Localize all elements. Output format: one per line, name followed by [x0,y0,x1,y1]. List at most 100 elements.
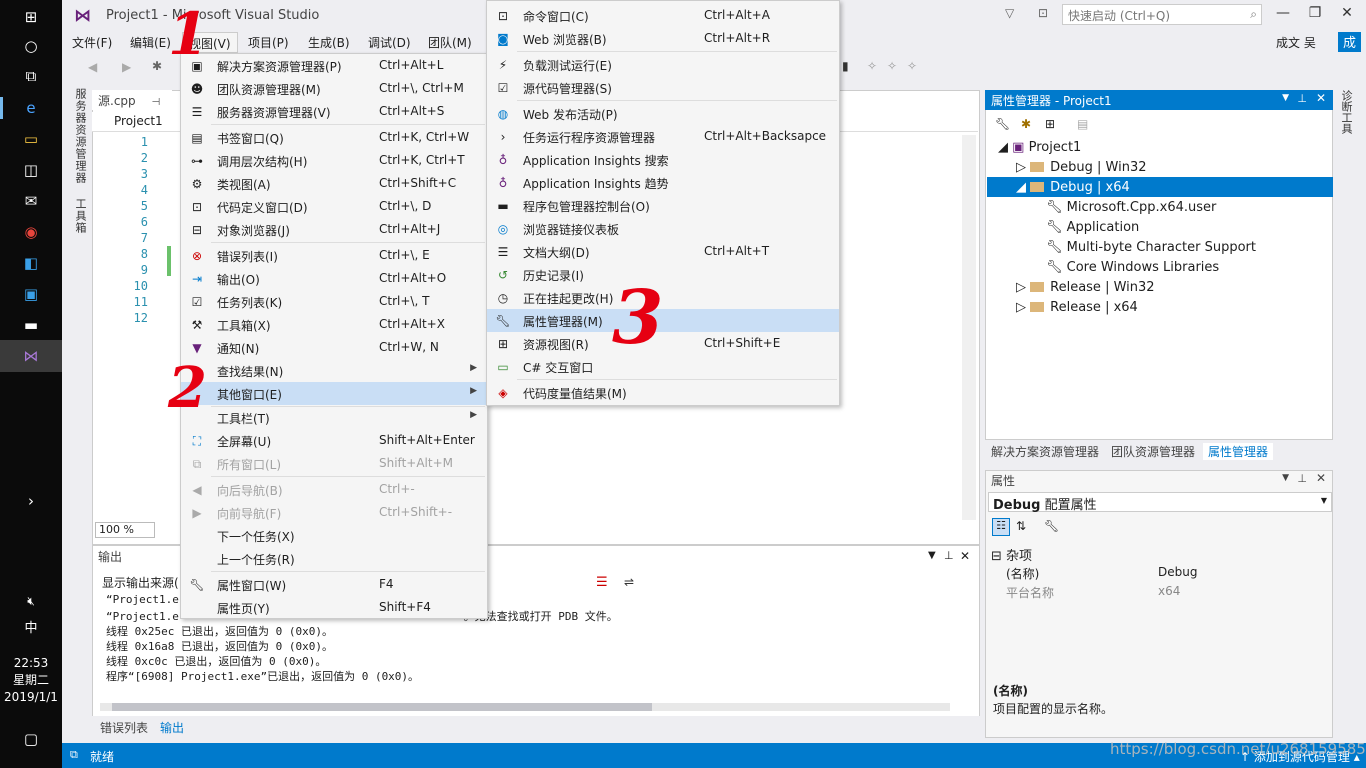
menu-item-command-window[interactable]: ⊡ 命令窗口(C) Ctrl+Alt+A [487,4,839,27]
menu-item-task-list[interactable]: ☑ 任务列表(K) Ctrl+\, T [181,290,487,313]
app-icon-2[interactable]: ▣ [19,283,43,305]
volume-mute-icon[interactable]: 🔇︎ [19,590,43,612]
tree-node-sheet[interactable]: 🔧︎ Microsoft.Cpp.x64.user [1046,200,1216,215]
menu-item-web-publish[interactable]: ◍ Web 发布活动(P) [487,102,839,125]
menu-item-navigate-back[interactable]: ◀ 向后导航(B) Ctrl+- [181,478,487,501]
editor-vertical-scrollbar[interactable] [962,135,976,520]
bookmark-next-icon[interactable]: ✧ [887,59,897,73]
maximize-button[interactable]: ❐ [1302,5,1328,21]
diagnostic-tools-side-tab[interactable]: 诊断工具 [1338,90,1354,134]
feedback-icon[interactable]: ⊡ [1038,6,1048,20]
menu-item-all-windows[interactable]: ⧉ 所有窗口(L) Shift+Alt+M [181,452,487,475]
tree-node-sheet[interactable]: 🔧︎ Multi-byte Character Support [1046,240,1256,255]
search-circle-icon[interactable]: ○ [19,35,43,57]
menu-build[interactable]: 生成(B) [308,34,350,51]
tab-property-manager[interactable]: 属性管理器 [1203,443,1274,460]
menu-item-task-runner[interactable]: › 任务运行程序资源管理器 Ctrl+Alt+Backsapce [487,125,839,148]
property-value[interactable]: Debug [1158,565,1197,579]
tree-node-sheet[interactable]: 🔧︎ Application [1046,220,1139,235]
alphabetical-icon[interactable]: ⇅ [1016,519,1026,533]
menu-item-load-test[interactable]: ⚡︎ 负载测试运行(E) [487,53,839,76]
tree-node-debug-win32[interactable]: ▷ Debug | Win32 [1016,160,1147,175]
user-name[interactable]: 成文 吴 [1276,34,1316,51]
minimize-button[interactable]: — [1270,5,1296,21]
property-pages-icon[interactable]: 🔧︎ [1044,519,1059,533]
menu-project[interactable]: 项目(P) [248,34,289,51]
close-button[interactable]: ✕ [1334,5,1360,21]
new-item-icon[interactable]: ✱ [152,59,162,73]
tree-node-release-win32[interactable]: ▷ Release | Win32 [1016,280,1155,295]
bookmark-toolbar-icon[interactable]: ▮ [842,59,849,73]
tree-node-root[interactable]: ◢ ▣ Project1 [998,140,1081,155]
add-existing-sheet-icon[interactable]: ⊞ [1045,117,1055,131]
file-explorer-icon[interactable]: ▭ [19,128,43,150]
menu-item-app-insights-search[interactable]: ♁ Application Insights 搜索 [487,148,839,171]
wrench-icon[interactable]: 🔧︎ [995,117,1010,131]
menu-item-properties-window[interactable]: 🔧︎ 属性窗口(W) F4 [181,573,487,596]
menu-item-source-control[interactable]: ☑ 源代码管理器(S) [487,76,839,99]
zoom-dropdown[interactable]: 100 % [95,522,155,538]
cmd-icon[interactable]: ▬ [19,314,43,336]
dropdown-icon[interactable]: ▼ [1282,93,1289,103]
app-icon[interactable]: ◧ [19,252,43,274]
edge-icon[interactable]: e [19,97,43,119]
menu-item-output[interactable]: ⇥ 输出(O) Ctrl+Alt+O [181,267,487,290]
clear-all-icon[interactable]: ☰ [596,575,608,590]
property-category[interactable]: ⊟ 杂项 [991,545,1032,564]
chevron-right-icon[interactable]: › [19,490,43,512]
pin-icon[interactable]: ⊥ [1297,472,1307,485]
back-icon[interactable]: ◀ [88,60,97,74]
pin-icon[interactable]: ⊥ [944,549,954,562]
add-new-sheet-icon[interactable]: ✱ [1021,117,1031,131]
menu-item-code-definition[interactable]: ⊡ 代码定义窗口(D) Ctrl+\, D [181,195,487,218]
quick-launch-input[interactable]: 快速启动 (Ctrl+Q) ⌕ [1062,4,1262,25]
menu-edit[interactable]: 编辑(E) [130,34,171,51]
save-icon[interactable]: ▤ [1077,117,1088,131]
tree-node-release-x64[interactable]: ▷ Release | x64 [1016,300,1138,315]
menu-item-team-explorer[interactable]: ☻ 团队资源管理器(M) Ctrl+\, Ctrl+M [181,77,487,100]
categorized-icon[interactable]: ☷ [992,518,1010,536]
pin-icon[interactable]: ⊣ [151,97,160,108]
user-avatar[interactable]: 成 [1338,32,1361,52]
output-horizontal-scrollbar[interactable] [100,703,950,711]
server-explorer-side-tab[interactable]: 服务器资源管理器 [72,88,88,184]
forward-icon[interactable]: ▶ [122,60,131,74]
menu-item-class-view[interactable]: ⚙︎ 类视图(A) Ctrl+Shift+C [181,172,487,195]
pin-icon[interactable]: ⊥ [1297,92,1307,105]
tree-node-sheet[interactable]: 🔧︎ Core Windows Libraries [1046,260,1219,275]
filter-icon[interactable]: ▽ [1005,6,1014,20]
toolbox-side-tab[interactable]: 工具箱 [72,198,88,234]
menu-item-next-task[interactable]: 下一个任务(X) [181,524,487,547]
menu-item-call-hierarchy[interactable]: ⊶ 调用层次结构(H) Ctrl+K, Ctrl+T [181,149,487,172]
menu-item-solution-explorer[interactable]: ▣ 解决方案资源管理器(P) Ctrl+Alt+L [181,54,487,77]
visual-studio-taskbar-icon[interactable]: ⋈ [19,345,43,367]
menu-debug[interactable]: 调试(D) [368,34,411,51]
dropdown-icon[interactable]: ▼ [928,550,936,561]
taskbar-clock[interactable]: 22:53 星期二 2019/1/1 [0,655,62,706]
menu-item-navigate-forward[interactable]: ▶ 向前导航(F) Ctrl+Shift+- [181,501,487,524]
store-icon[interactable]: ◫ [19,159,43,181]
close-icon[interactable]: ✕ [1316,91,1326,105]
menu-item-other-windows[interactable]: 其他窗口(E) ▶ [181,382,487,405]
mail-icon[interactable]: ✉ [19,190,43,212]
bookmark-clear-icon[interactable]: ✧ [907,59,917,73]
close-icon[interactable]: ✕ [960,549,970,563]
menu-item-server-explorer[interactable]: ☰ 服务器资源管理器(V) Ctrl+Alt+S [181,100,487,123]
menu-item-package-console[interactable]: ▬ 程序包管理器控制台(O) [487,194,839,217]
menu-item-property-pages[interactable]: 属性页(Y) Shift+F4 [181,596,487,619]
menu-item-error-list[interactable]: ⊗ 错误列表(I) Ctrl+\, E [181,244,487,267]
menu-item-object-browser[interactable]: ⊟ 对象浏览器(J) Ctrl+Alt+J [181,218,487,241]
menu-item-code-metrics[interactable]: ◈ 代码度量值结果(M) [487,381,839,404]
menu-item-toolbars[interactable]: 工具栏(T) ▶ [181,406,487,429]
menu-item-browser-link[interactable]: ◎ 浏览器链接仪表板 [487,217,839,240]
menu-file[interactable]: 文件(F) [72,34,112,51]
project-dropdown[interactable]: Project1 [114,114,163,128]
document-tab[interactable]: 源.cpp ⊣ ✕ [92,90,172,123]
menu-item-previous-task[interactable]: 上一个任务(R) [181,547,487,570]
tree-node-debug-x64[interactable]: ◢ Debug | x64 [1016,180,1130,195]
windows-start-icon[interactable]: ⊞ [19,6,43,28]
task-view-icon[interactable]: ⧉ [19,65,43,87]
tab-error-list[interactable]: 错误列表 [100,719,148,736]
dropdown-icon[interactable]: ▼ [1282,473,1289,483]
menu-item-web-browser[interactable]: ◙ Web 浏览器(B) Ctrl+Alt+R [487,27,839,50]
